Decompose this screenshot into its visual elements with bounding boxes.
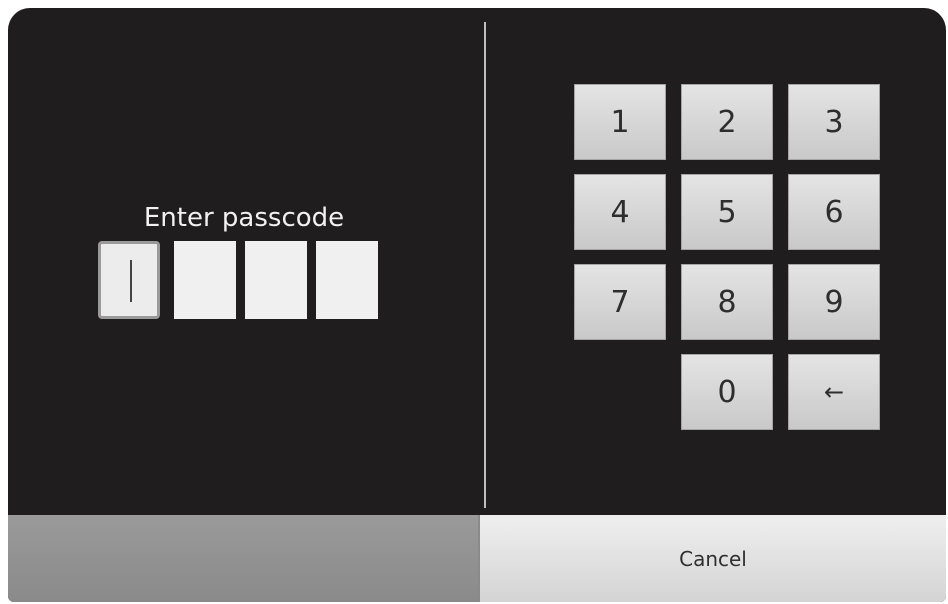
button-bar: Cancel <box>8 515 946 602</box>
passcode-dialog: Enter passcode 1 2 3 4 5 6 7 8 9 0 ← Can… <box>8 8 946 602</box>
key-0[interactable]: 0 <box>681 354 773 430</box>
key-3[interactable]: 3 <box>788 84 880 160</box>
passcode-digit-3[interactable] <box>245 241 307 319</box>
text-cursor <box>130 260 132 302</box>
key-4[interactable]: 4 <box>574 174 666 250</box>
key-8[interactable]: 8 <box>681 264 773 340</box>
key-6[interactable]: 6 <box>788 174 880 250</box>
key-5[interactable]: 5 <box>681 174 773 250</box>
key-9[interactable]: 9 <box>788 264 880 340</box>
cancel-button[interactable]: Cancel <box>478 515 946 602</box>
passcode-digit-2[interactable] <box>174 241 236 319</box>
left-arrow-icon: ← <box>823 378 845 406</box>
passcode-digit-1[interactable] <box>98 241 160 319</box>
key-7[interactable]: 7 <box>574 264 666 340</box>
backspace-button[interactable]: ← <box>788 354 880 430</box>
passcode-digit-4[interactable] <box>316 241 378 319</box>
key-1[interactable]: 1 <box>574 84 666 160</box>
divider <box>484 22 486 508</box>
key-2[interactable]: 2 <box>681 84 773 160</box>
prompt-label: Enter passcode <box>143 203 345 233</box>
